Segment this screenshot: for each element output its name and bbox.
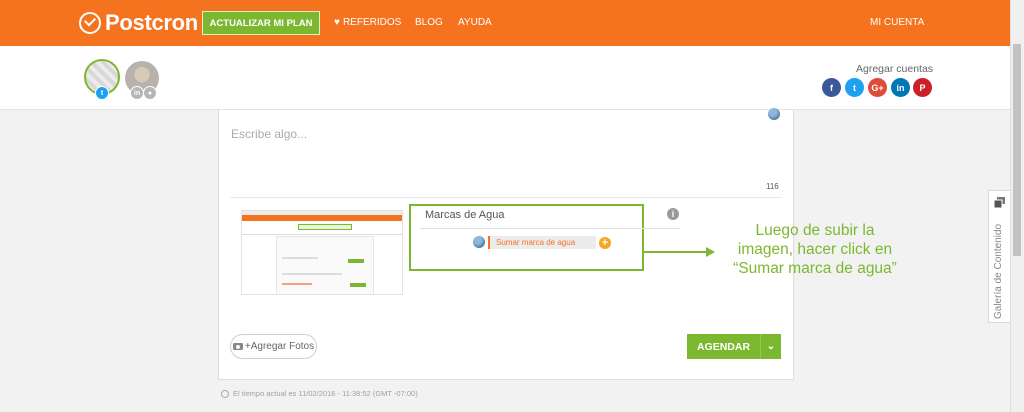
callout-line: “Sumar marca de agua” — [733, 260, 897, 277]
add-photos-button[interactable]: +Agregar Fotos — [230, 334, 317, 359]
camera-icon — [232, 343, 243, 350]
clock-icon — [221, 389, 229, 398]
current-time-text: El tiempo actual es 11/02/2016 - 11:38:5… — [233, 389, 418, 398]
current-time-note: El tiempo actual es 11/02/2016 - 11:38:5… — [221, 389, 418, 398]
chevron-down-icon[interactable]: ⌄ — [761, 341, 781, 352]
callout-line: Luego de subir la — [755, 222, 875, 239]
callout-line: imagen, hacer click en — [737, 241, 893, 258]
schedule-button-label: AGENDAR — [696, 340, 751, 353]
callout-arrow — [644, 247, 715, 257]
schedule-button[interactable]: AGENDAR ⌄ — [687, 334, 781, 359]
add-photos-label: +Agregar Fotos — [244, 341, 315, 352]
instruction-callout: Luego de subir la imagen, hacer click en… — [711, 221, 919, 278]
